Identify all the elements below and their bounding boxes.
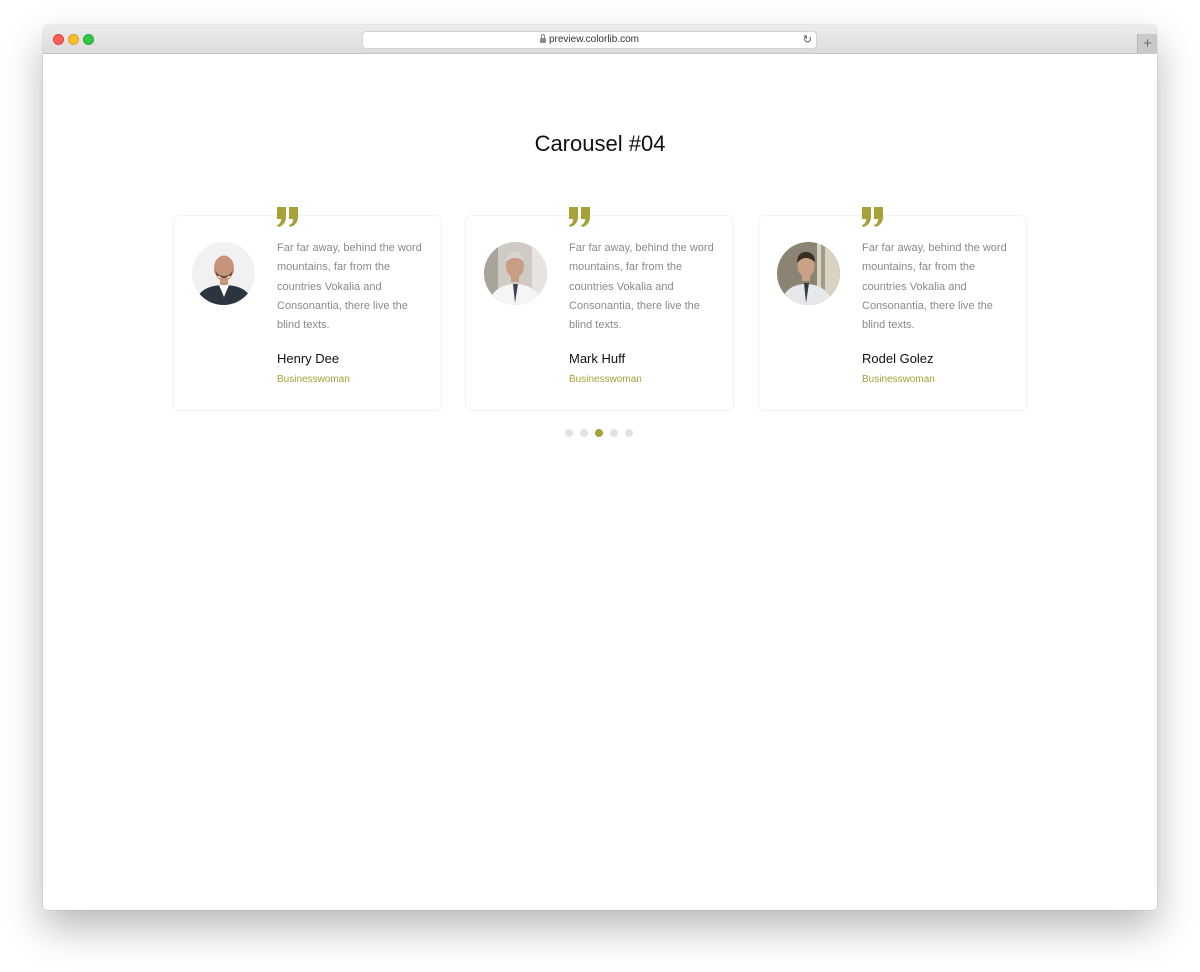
minimize-window-button[interactable] [68,34,79,45]
testimonial-text: Far far away, behind the word mountains,… [862,242,1007,332]
avatar [777,242,840,305]
quote-icon [569,207,590,227]
testimonial-card: Far far away, behind the word mountains,… [173,207,442,411]
testimonial-name: Mark Huff [569,351,626,366]
carousel-dot[interactable] [565,429,573,437]
carousel-dot[interactable] [625,429,633,437]
carousel-dot[interactable] [595,429,603,437]
carousel-dot[interactable] [580,429,588,437]
address-bar[interactable]: preview.colorlib.com ↻ [362,31,817,49]
testimonial-card: Far far away, behind the word mountains,… [465,207,734,411]
maximize-window-button[interactable] [83,34,94,45]
testimonial-role: Businesswoman [862,374,935,385]
quote-icon [862,207,883,227]
testimonial-text: Far far away, behind the word mountains,… [277,242,422,332]
carousel-dot[interactable] [610,429,618,437]
testimonial-role: Businesswoman [277,374,350,385]
page-title: Carousel #04 [534,131,666,156]
testimonial-name: Henry Dee [277,351,340,366]
browser-titlebar: preview.colorlib.com ↻ + [43,25,1157,54]
testimonial-role: Businesswoman [569,374,642,385]
testimonial-card: Far far away, behind the word mountains,… [758,207,1027,411]
quote-icon [277,207,298,227]
browser-window: preview.colorlib.com ↻ + Carousel #04 Fa… [43,25,1157,910]
avatar [484,242,547,305]
avatar [192,242,255,305]
testimonial-name: Rodel Golez [862,351,934,366]
page-content: Carousel #04 Far far away, behind the wo… [43,54,1157,910]
reload-icon[interactable]: ↻ [803,33,812,47]
address-url: preview.colorlib.com [548,34,640,45]
lock-icon [539,34,546,43]
close-window-button[interactable] [53,34,64,45]
testimonial-text: Far far away, behind the word mountains,… [569,242,714,332]
new-tab-button[interactable]: + [1137,34,1157,54]
